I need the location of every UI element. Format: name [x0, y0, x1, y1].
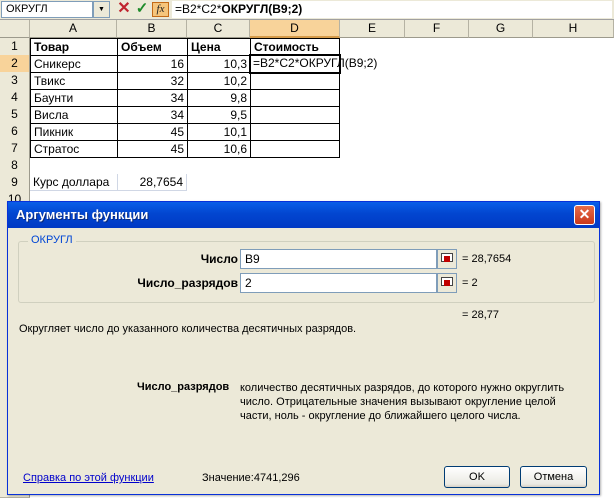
help-link[interactable]: Справка по этой функции	[23, 472, 154, 484]
cell-b6[interactable]: 45	[117, 123, 188, 141]
cell-c3[interactable]: 10,2	[187, 72, 251, 90]
cell-b5[interactable]: 34	[117, 106, 188, 124]
formula-prefix: =B2*C2*	[175, 2, 222, 16]
dialog-title: Аргументы функции	[16, 207, 149, 222]
arg1-label: Число	[200, 252, 238, 266]
cell-c2[interactable]: 10,3	[187, 55, 251, 73]
row-header[interactable]: 5	[0, 106, 30, 124]
cell-d5[interactable]	[250, 106, 340, 124]
select-all-corner[interactable]	[0, 20, 30, 38]
cell-b4[interactable]: 34	[117, 89, 188, 107]
row-header[interactable]: 2	[0, 55, 30, 73]
formula-function: ОКРУГЛ(B9;2)	[221, 2, 303, 16]
arg2-input[interactable]: 2	[240, 273, 437, 293]
name-box-dropdown-icon[interactable]: ▼	[93, 1, 110, 18]
cell-d4[interactable]	[250, 89, 340, 107]
cancel-formula-icon[interactable]: ✕	[116, 0, 132, 18]
cell-a5[interactable]: Висла	[30, 106, 118, 124]
row-header[interactable]: 6	[0, 123, 30, 141]
cell-b7[interactable]: 45	[117, 140, 188, 158]
column-header-b[interactable]: B	[117, 20, 187, 38]
row-header[interactable]: 4	[0, 89, 30, 107]
cell-c6[interactable]: 10,1	[187, 123, 251, 141]
insert-function-icon[interactable]: fx	[152, 2, 169, 17]
function-name-label: ОКРУГЛ	[28, 234, 76, 246]
cell-d7[interactable]	[250, 140, 340, 158]
function-description: Округляет число до указанного количества…	[19, 323, 357, 335]
row-header[interactable]: 7	[0, 140, 30, 158]
cell-a7[interactable]: Стратос	[30, 140, 118, 158]
name-box[interactable]: ОКРУГЛ	[1, 1, 93, 18]
formula-result: = 28,77	[462, 309, 500, 321]
cell-b2[interactable]: 16	[117, 55, 188, 73]
cell-c4[interactable]: 9,8	[187, 89, 251, 107]
formula-input[interactable]: =B2*C2*ОКРУГЛ(B9;2)	[172, 1, 612, 18]
column-header-d[interactable]: D	[250, 20, 340, 38]
cancel-button[interactable]: Отмена	[520, 466, 587, 488]
arg-help-text: количество десятичных разрядов, до котор…	[240, 382, 565, 422]
arg1-result: = 28,7654	[462, 253, 512, 265]
cell-b3[interactable]: 32	[117, 72, 188, 90]
enter-formula-icon[interactable]: ✓	[134, 0, 150, 18]
cell-a3[interactable]: Твикс	[30, 72, 118, 90]
value-number: 4741,296	[253, 472, 300, 484]
column-header-g[interactable]: G	[469, 20, 533, 38]
cell-d2-active[interactable]: =B2*C2*ОКРУГЛ(B9;2)	[249, 54, 377, 74]
formula-bar: ОКРУГЛ ▼ ✕ ✓ fx =B2*C2*ОКРУГЛ(B9;2)	[0, 0, 614, 20]
column-header-e[interactable]: E	[340, 20, 405, 38]
close-button[interactable]: ✕	[574, 205, 595, 225]
function-arguments-dialog: Аргументы функции ✕ ОКРУГЛ Число B9 = 28…	[7, 201, 600, 495]
value-display: Значение:4741,296	[202, 472, 300, 484]
cell-a4[interactable]: Баунти	[30, 89, 118, 107]
cell-a6[interactable]: Пикник	[30, 123, 118, 141]
value-label: Значение:	[202, 472, 254, 484]
cell-d3[interactable]	[250, 72, 340, 90]
cell-d6[interactable]	[250, 123, 340, 141]
column-header-a[interactable]: A	[30, 20, 117, 38]
cell-b1[interactable]: Объем	[117, 38, 188, 56]
cell-c5[interactable]: 9,5	[187, 106, 251, 124]
row-header[interactable]: 9	[0, 174, 30, 192]
row-header[interactable]: 8	[0, 157, 30, 175]
arg-help-label: Число_разрядов	[137, 381, 230, 393]
column-header-c[interactable]: C	[187, 20, 250, 38]
cell-c1[interactable]: Цена	[187, 38, 251, 56]
cell-a2[interactable]: Сникерс	[30, 55, 118, 73]
row-header[interactable]: 1	[0, 38, 30, 56]
arg1-input[interactable]: B9	[240, 249, 437, 269]
cell-a9[interactable]: Курс доллара	[30, 174, 118, 191]
cell-c7[interactable]: 10,6	[187, 140, 251, 158]
column-header-f[interactable]: F	[405, 20, 469, 38]
column-header-h[interactable]: H	[533, 20, 614, 38]
cell-b9[interactable]: 28,7654	[117, 174, 187, 191]
cell-a1[interactable]: Товар	[30, 38, 118, 56]
arg2-result: = 2	[462, 277, 478, 289]
arg2-collapse-icon[interactable]	[437, 273, 457, 293]
arg2-label: Число_разрядов	[137, 276, 238, 290]
ok-button[interactable]: OK	[444, 466, 510, 488]
cell-d1[interactable]: Стоимость	[250, 38, 340, 56]
dialog-titlebar[interactable]: Аргументы функции ✕	[8, 202, 599, 228]
row-header[interactable]: 3	[0, 72, 30, 90]
arg1-collapse-icon[interactable]	[437, 249, 457, 269]
